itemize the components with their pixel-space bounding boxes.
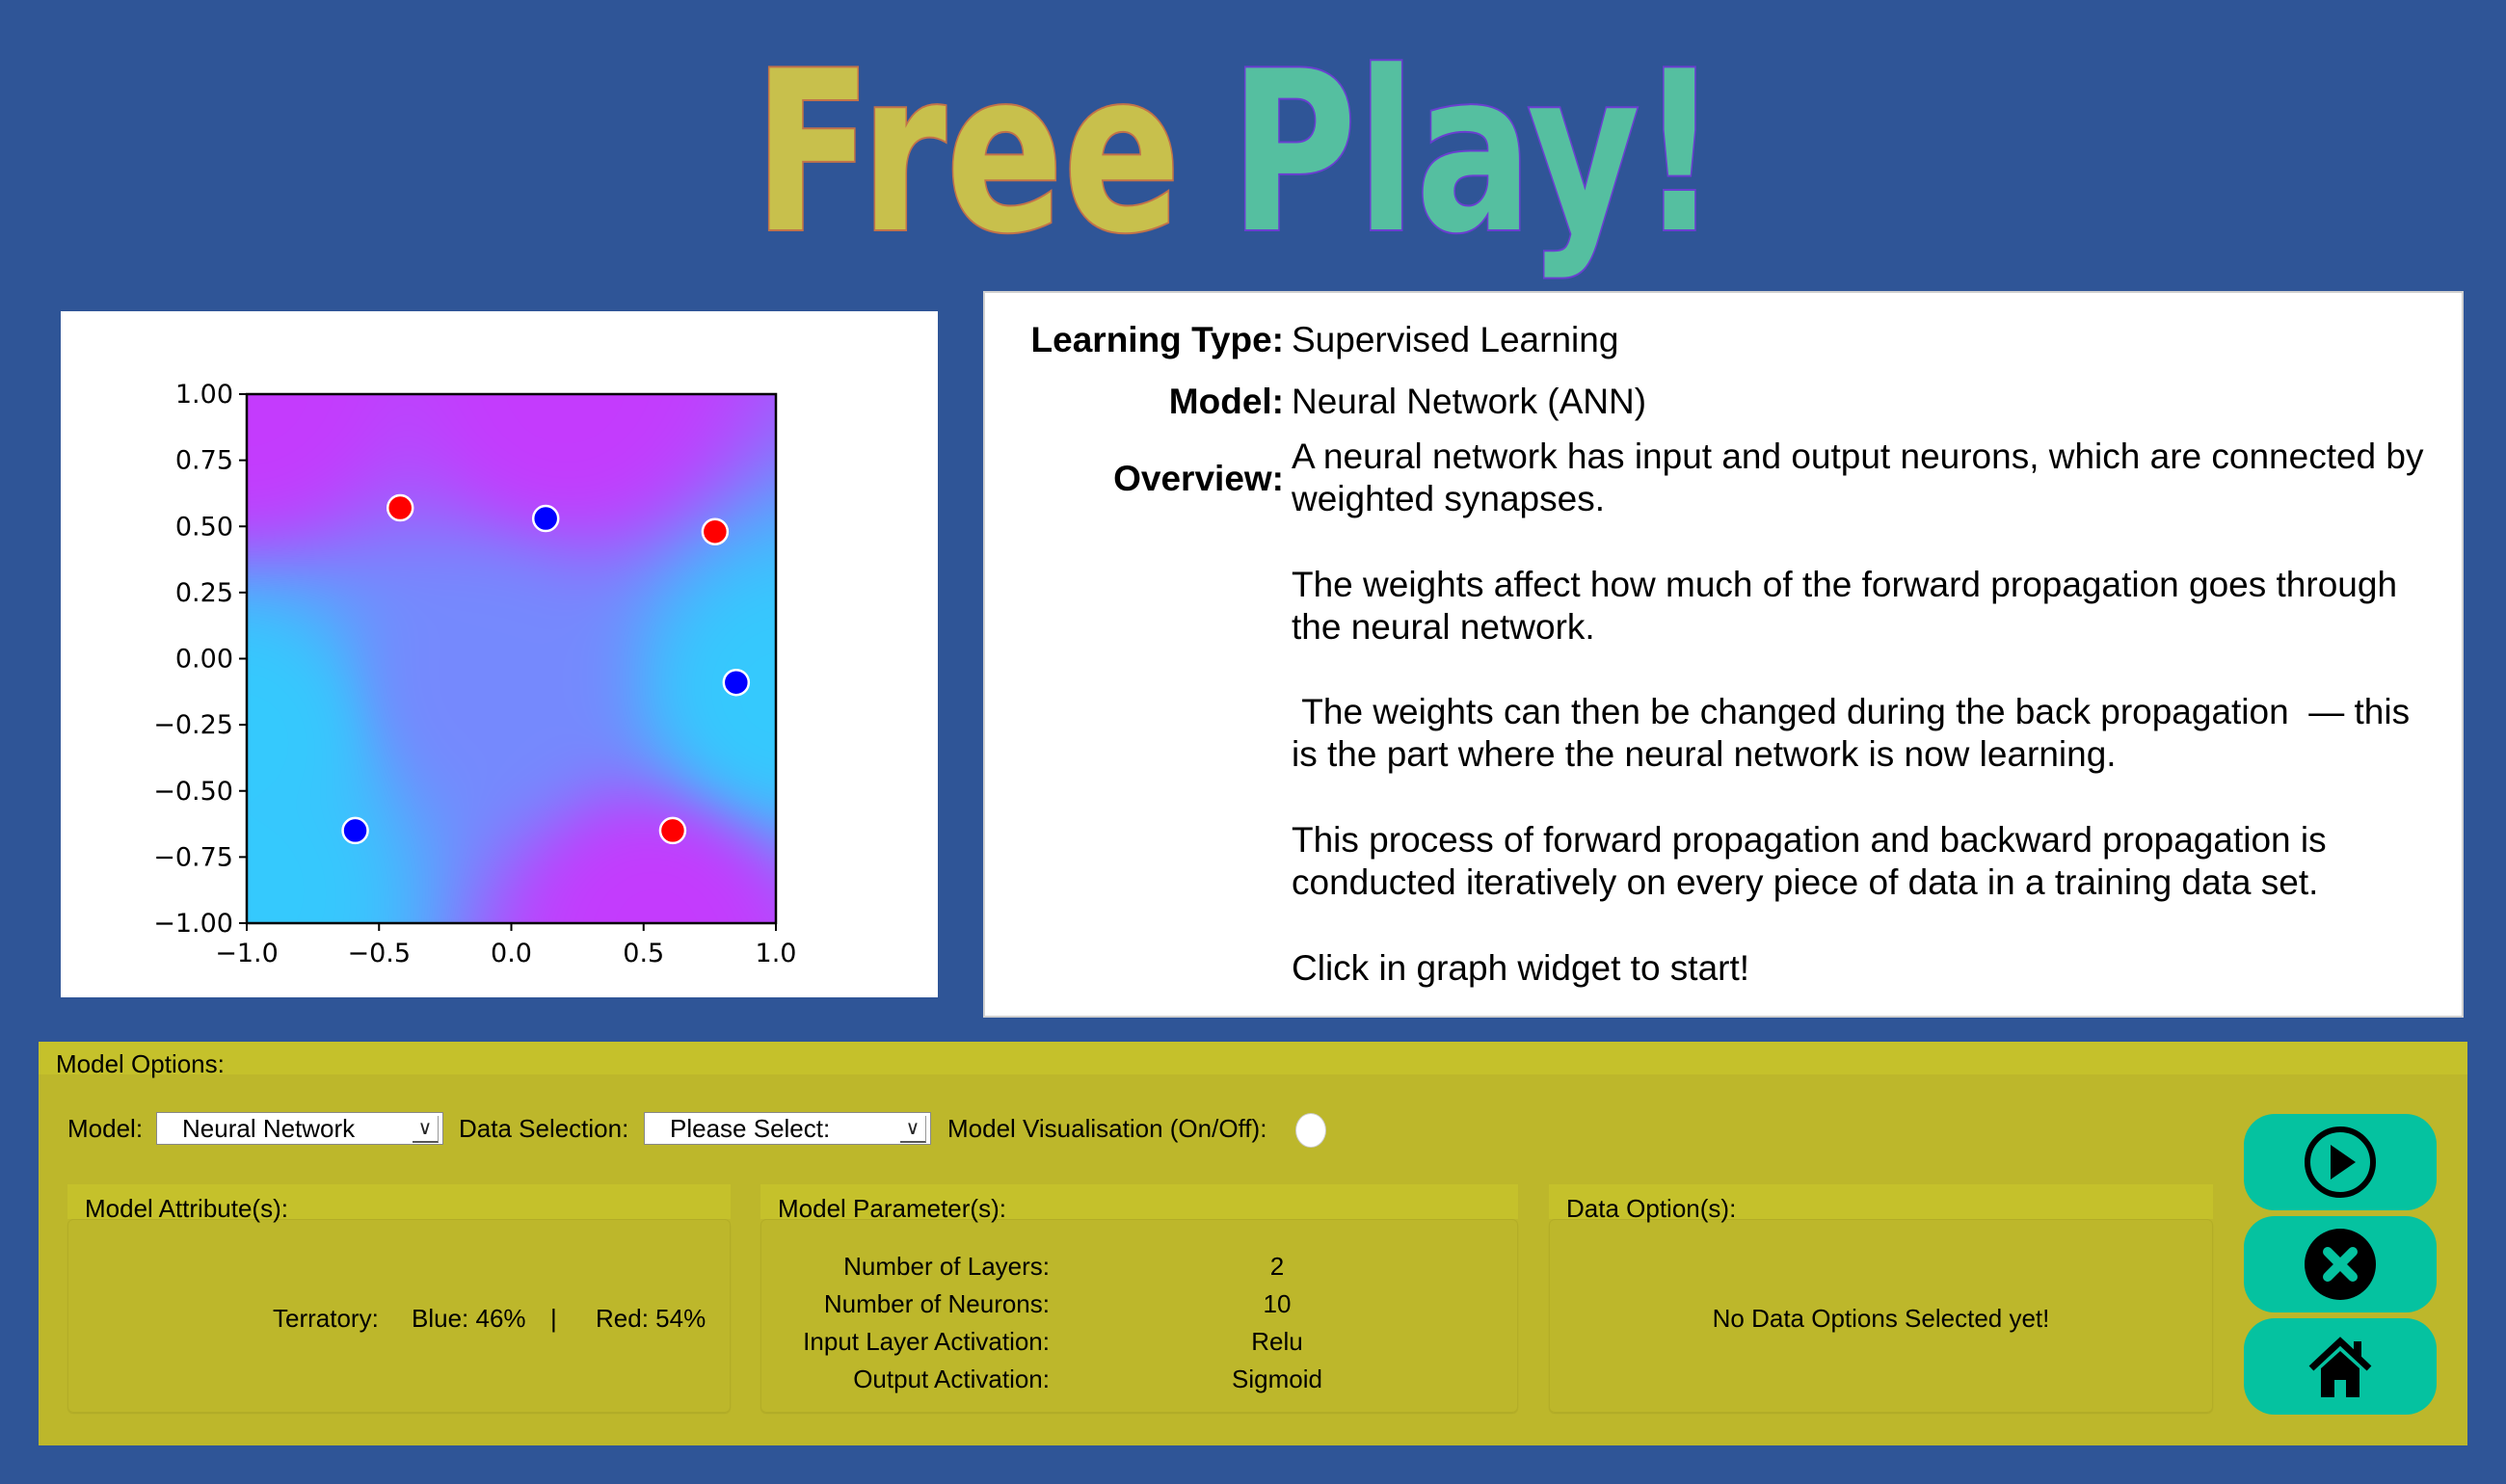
overview-label: Overview:	[1113, 459, 1284, 498]
learning-type-value: Supervised Learning	[1292, 320, 1619, 359]
param-label: Number of Neurons:	[823, 1289, 1050, 1318]
territory-blue: Blue: 46%	[412, 1304, 526, 1333]
overview-paragraph: The weights can then be changed during t…	[1292, 692, 2420, 774]
y-tick-label: 0.50	[175, 512, 233, 542]
model-select-label: Model:	[67, 1114, 144, 1143]
model-label: Model:	[1168, 382, 1284, 421]
x-tick-label: 1.0	[756, 939, 797, 968]
x-tick-label: −0.5	[347, 939, 411, 968]
x-tick-label: −1.0	[215, 939, 279, 968]
red-data-point	[386, 493, 414, 522]
model-options-panel: Model Options: Model: Neural Network ∨ D…	[39, 1042, 2467, 1445]
model-parameters-title: Model Parameter(s):	[778, 1194, 1006, 1223]
data-selection-label: Data Selection:	[459, 1114, 629, 1143]
graph-widget[interactable]: −1.0 −0.5 0.0 0.5 1.0 1.00 0.75 0.50 0.25 0.00 −0.…	[61, 311, 938, 997]
overview-paragraph: The weights affect how much of the forwa…	[1292, 565, 2398, 647]
x-tick-label: 0.0	[491, 939, 532, 968]
data-options-empty: No Data Options Selected yet!	[1712, 1304, 2050, 1333]
visualisation-label: Model Visualisation (On/Off):	[947, 1114, 1267, 1143]
param-value: 2	[1269, 1252, 1285, 1281]
chevron-down-icon: ∨	[413, 1116, 439, 1143]
cancel-button[interactable]	[2244, 1216, 2437, 1312]
data-selection-value: Please Select:	[670, 1114, 831, 1143]
y-tick-label: −1.00	[153, 909, 233, 939]
model-select-value: Neural Network	[182, 1114, 356, 1143]
info-panel: Learning Type: Supervised Learning Model…	[983, 291, 2464, 1018]
model-select[interactable]: Neural Network ∨	[156, 1112, 443, 1145]
learning-type-label: Learning Type:	[1030, 320, 1284, 359]
start-hint: Click in graph widget to start!	[1292, 948, 1750, 988]
param-label: Output Activation:	[853, 1365, 1050, 1393]
data-selection-select[interactable]: Please Select: ∨	[644, 1112, 931, 1145]
title-word-play: Play!	[1228, 23, 1720, 284]
model-value: Neural Network (ANN)	[1292, 382, 1647, 421]
overview-paragraph: This process of forward propagation and …	[1292, 820, 2327, 902]
red-data-point	[658, 816, 687, 845]
param-value: Sigmoid	[1232, 1365, 1322, 1393]
blue-data-point	[341, 816, 369, 845]
model-parameters-group: Model Parameter(s): Number of Layers: 2 …	[760, 1184, 1518, 1413]
territory-label: Terratory:	[273, 1304, 379, 1333]
param-value: Relu	[1251, 1327, 1303, 1356]
scatter-plot[interactable]: −1.0 −0.5 0.0 0.5 1.0 1.00 0.75 0.50 0.25 0.00 −0.…	[61, 311, 938, 997]
model-attributes-group: Model Attribute(s): Terratory: Blue: 46%…	[67, 1184, 731, 1413]
page-title: Free Play!	[0, 19, 2506, 289]
territory-separator: |	[550, 1304, 557, 1333]
y-tick-label: −0.75	[153, 842, 233, 872]
y-tick-label: 1.00	[175, 380, 233, 410]
blue-data-point	[531, 504, 560, 533]
home-icon	[2308, 1337, 2372, 1397]
model-options-label: Model Options:	[56, 1049, 225, 1078]
axes-frame	[245, 392, 778, 925]
title-word-free: Free	[752, 23, 1182, 284]
x-tick-label: 0.5	[623, 939, 664, 968]
territory-red: Red: 54%	[596, 1304, 706, 1333]
play-button[interactable]	[2244, 1114, 2437, 1210]
chevron-down-icon: ∨	[900, 1116, 926, 1143]
param-label: Input Layer Activation:	[803, 1327, 1050, 1356]
y-tick-label: 0.25	[175, 578, 233, 608]
visualisation-toggle[interactable]	[1295, 1113, 1326, 1148]
param-label: Number of Layers:	[843, 1252, 1050, 1281]
y-tick-label: 0.75	[175, 446, 233, 476]
model-options-header	[39, 1042, 2467, 1074]
y-tick-label: 0.00	[175, 645, 233, 675]
close-circle-icon	[2305, 1229, 2376, 1300]
data-options-title: Data Option(s):	[1566, 1194, 1737, 1223]
play-circle-icon	[2305, 1126, 2376, 1198]
y-tick-label: −0.25	[153, 710, 233, 740]
overview-paragraph: A neural network has input and output ne…	[1292, 437, 2424, 518]
data-options-group: Data Option(s): No Data Options Selected…	[1549, 1184, 2213, 1413]
red-data-point	[701, 517, 730, 545]
param-value: 10	[1263, 1289, 1292, 1318]
blue-data-point	[722, 668, 751, 697]
y-tick-label: −0.50	[153, 777, 233, 807]
model-attributes-title: Model Attribute(s):	[85, 1194, 288, 1223]
home-button[interactable]	[2244, 1318, 2437, 1415]
